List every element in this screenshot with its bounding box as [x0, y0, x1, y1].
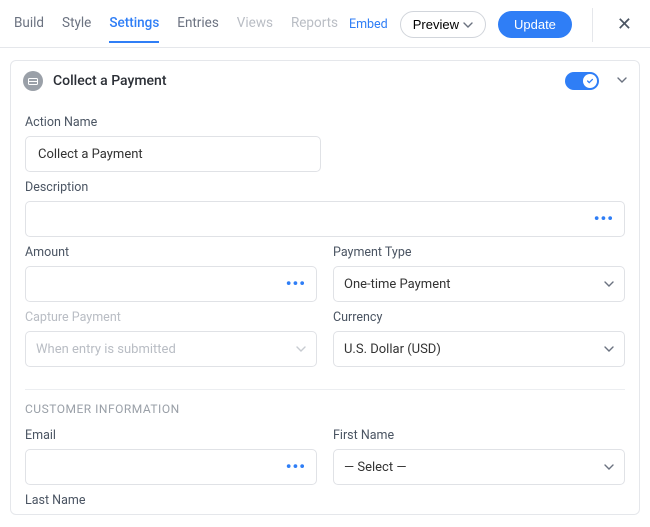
- payment-type-label: Payment Type: [333, 245, 625, 260]
- email-input[interactable]: •••: [25, 449, 317, 485]
- topbar: Build Style Settings Entries Views Repor…: [0, 0, 650, 48]
- email-label: Email: [25, 428, 317, 443]
- preview-button[interactable]: Preview: [400, 11, 486, 38]
- currency-select[interactable]: U.S. Dollar (USD): [333, 331, 625, 367]
- panel-title: Collect a Payment: [53, 73, 555, 89]
- payment-type-value: One-time Payment: [344, 277, 451, 292]
- amount-input[interactable]: •••: [25, 266, 317, 302]
- description-input[interactable]: •••: [25, 201, 625, 237]
- check-icon: [586, 77, 594, 85]
- chevron-down-icon: [463, 20, 473, 30]
- first-name-select[interactable]: — Select —: [333, 449, 625, 485]
- customer-info-heading: CUSTOMER INFORMATION: [25, 402, 625, 416]
- more-options-icon[interactable]: •••: [594, 215, 614, 223]
- settings-panel: Collect a Payment Action Name Descriptio…: [10, 60, 640, 515]
- chevron-down-icon: [604, 462, 614, 472]
- panel-body: Action Name Description ••• Amount ••• P…: [11, 101, 639, 515]
- chevron-down-icon: [604, 344, 614, 354]
- chevron-down-icon: [617, 75, 627, 85]
- row-email-firstname: Email ••• First Name — Select —: [25, 420, 625, 485]
- update-button[interactable]: Update: [498, 11, 572, 38]
- capture-payment-select: When entry is submitted: [25, 331, 317, 367]
- tab-style[interactable]: Style: [62, 15, 91, 43]
- preview-label: Preview: [413, 17, 459, 32]
- tab-views[interactable]: Views: [237, 15, 273, 43]
- amount-label: Amount: [25, 245, 317, 260]
- close-icon[interactable]: ✕: [609, 10, 636, 39]
- expand-chevron[interactable]: [617, 74, 627, 89]
- description-field[interactable]: [36, 211, 594, 228]
- capture-payment-value: When entry is submitted: [36, 342, 176, 357]
- amount-field[interactable]: [36, 276, 286, 293]
- tab-build[interactable]: Build: [14, 15, 44, 43]
- divider: [592, 8, 593, 42]
- section-divider: [25, 389, 625, 390]
- toggle-knob: [583, 74, 597, 88]
- chevron-down-icon: [604, 279, 614, 289]
- more-options-icon[interactable]: •••: [286, 280, 306, 288]
- payment-icon: [23, 71, 43, 91]
- tab-entries[interactable]: Entries: [177, 15, 219, 43]
- chevron-down-icon: [296, 344, 306, 354]
- currency-label: Currency: [333, 310, 625, 325]
- first-name-value: — Select —: [344, 460, 406, 475]
- action-name-input[interactable]: [25, 136, 321, 172]
- row-lastname: Last Name — Select —: [25, 485, 625, 515]
- payment-type-select[interactable]: One-time Payment: [333, 266, 625, 302]
- first-name-label: First Name: [333, 428, 625, 443]
- more-options-icon[interactable]: •••: [286, 463, 306, 471]
- last-name-select[interactable]: — Select —: [25, 514, 321, 515]
- action-name-label: Action Name: [25, 115, 625, 130]
- tab-settings[interactable]: Settings: [109, 15, 159, 43]
- row-capture-currency: Capture Payment When entry is submitted …: [25, 302, 625, 367]
- description-label: Description: [25, 180, 625, 195]
- embed-link[interactable]: Embed: [349, 17, 388, 32]
- row-amount-type: Amount ••• Payment Type One-time Payment: [25, 237, 625, 302]
- capture-payment-label: Capture Payment: [25, 310, 317, 325]
- top-actions: Embed Preview Update ✕: [349, 8, 636, 50]
- tabs: Build Style Settings Entries Views Repor…: [14, 15, 349, 43]
- action-name-field[interactable]: [36, 146, 310, 163]
- tab-reports[interactable]: Reports: [291, 15, 338, 43]
- last-name-label: Last Name: [25, 493, 321, 508]
- currency-value: U.S. Dollar (USD): [344, 342, 441, 357]
- panel-header: Collect a Payment: [11, 61, 639, 101]
- enable-toggle[interactable]: [565, 72, 599, 90]
- email-field[interactable]: [36, 459, 286, 476]
